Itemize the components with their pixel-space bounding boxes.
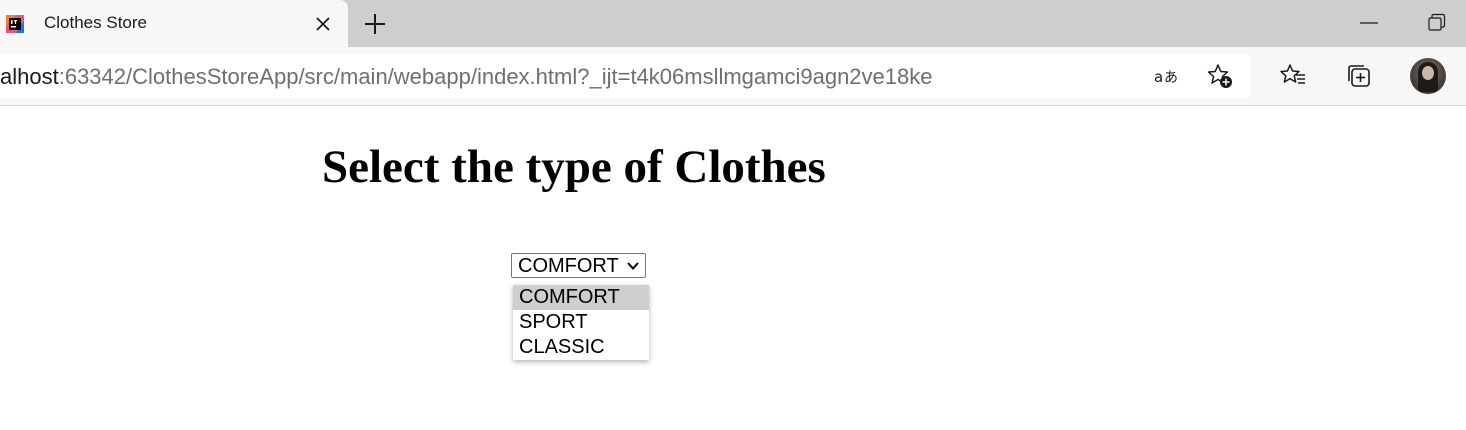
restore-icon[interactable] <box>1424 10 1450 36</box>
address-bar[interactable]: alhost:63342/ClothesStoreApp/src/main/we… <box>0 54 1250 98</box>
page-content: Select the type of Clothes COMFORT COMFO… <box>0 106 1466 430</box>
star-add-icon[interactable] <box>1206 62 1234 90</box>
plus-icon[interactable] <box>362 11 388 37</box>
option-label: CLASSIC <box>519 336 605 358</box>
select-value: COMFORT <box>518 255 619 277</box>
tab-title: Clothes Store <box>44 13 147 32</box>
page-title: Select the type of Clothes <box>322 141 826 193</box>
close-icon[interactable] <box>312 13 334 35</box>
chevron-down-icon <box>627 262 639 270</box>
option-comfort[interactable]: COMFORT <box>513 285 649 310</box>
intellij-icon <box>6 15 24 33</box>
minimize-icon[interactable] <box>1358 10 1380 36</box>
browser-window: Clothes Store alhost:63342/ClothesStoreA… <box>0 0 1466 430</box>
url-host: alhost <box>0 64 59 89</box>
tab-clothes-store[interactable]: Clothes Store <box>0 0 348 47</box>
url-text[interactable]: alhost:63342/ClothesStoreApp/src/main/we… <box>0 64 933 90</box>
favorites-icon[interactable] <box>1279 62 1307 90</box>
browser-toolbar: alhost:63342/ClothesStoreApp/src/main/we… <box>0 47 1466 106</box>
select-dropdown-list: COMFORT SPORT CLASSIC <box>513 285 649 360</box>
option-sport[interactable]: SPORT <box>513 310 649 335</box>
avatar[interactable] <box>1410 58 1446 94</box>
option-label: SPORT <box>519 311 588 333</box>
url-path: :63342/ClothesStoreApp/src/main/webapp/i… <box>58 64 933 89</box>
option-classic[interactable]: CLASSIC <box>513 335 649 360</box>
svg-text:a: a <box>1154 68 1163 86</box>
translate-icon[interactable]: a あ <box>1152 62 1180 90</box>
svg-text:あ: あ <box>1164 70 1178 86</box>
option-label: COMFORT <box>519 286 620 308</box>
avatar-face <box>1422 66 1434 80</box>
tab-strip: Clothes Store <box>0 0 1466 47</box>
collections-icon[interactable] <box>1345 62 1373 90</box>
clothes-type-select[interactable]: COMFORT <box>511 253 646 278</box>
